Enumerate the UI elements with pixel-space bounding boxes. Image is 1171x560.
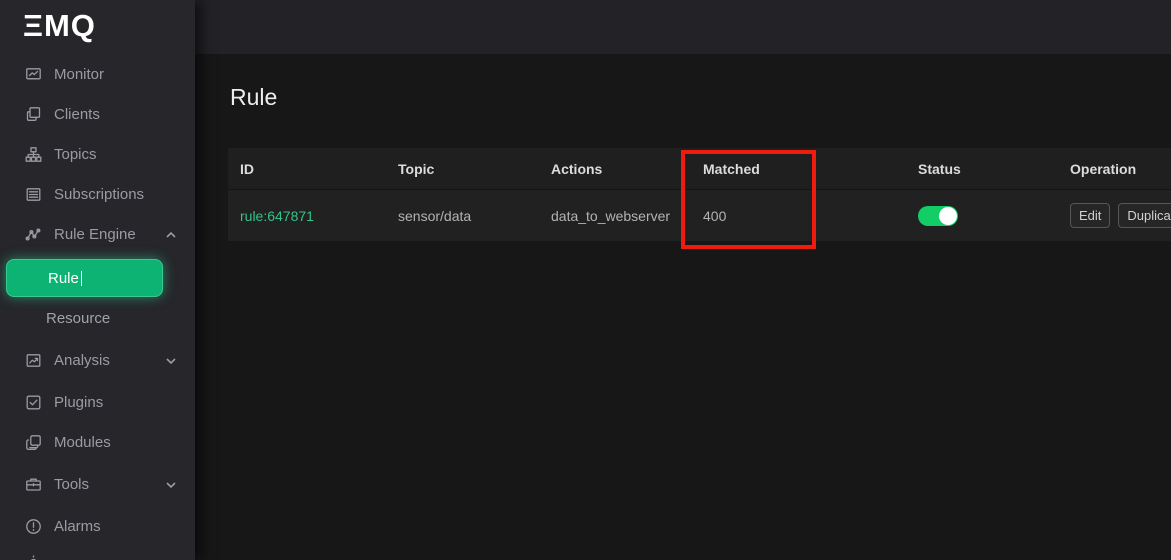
sidebar-item-label: Tools: [54, 476, 89, 493]
col-header-status: Status: [906, 161, 1058, 177]
col-header-matched: Matched: [691, 161, 906, 177]
rule-id-link[interactable]: rule:647871: [228, 208, 386, 224]
sidebar-item-clients[interactable]: Clients: [0, 94, 195, 134]
sidebar-item-analysis[interactable]: Analysis: [0, 340, 195, 380]
monitor-icon: [25, 66, 42, 83]
sidebar-item-topics[interactable]: Topics: [0, 134, 195, 174]
toggle-knob: [939, 207, 957, 225]
sidebar-item-plugins[interactable]: Plugins: [0, 382, 195, 422]
sidebar-item-monitor[interactable]: Monitor: [0, 54, 195, 94]
clipped-sidebar-icon: [25, 554, 42, 560]
sidebar-item-label: Monitor: [54, 66, 104, 83]
table-header-row: ID Topic Actions Matched Status Operatio…: [228, 148, 1171, 190]
col-header-actions: Actions: [539, 161, 691, 177]
col-header-operation: Operation: [1058, 161, 1171, 177]
subscriptions-icon: [25, 186, 42, 203]
page-title: Rule: [230, 84, 277, 111]
chevron-up-icon: [165, 228, 177, 240]
emqx-dashboard: ? GitHub ΞMQ Monitor Clients Topics: [0, 0, 1171, 560]
sidebar-subitem-label: Resource: [46, 310, 110, 327]
sidebar-item-alarms[interactable]: Alarms: [0, 506, 195, 546]
topics-icon: [25, 146, 42, 163]
duplicate-button[interactable]: Duplicate: [1118, 203, 1171, 228]
rule-matched-count: 400: [691, 208, 906, 224]
rule-topic: sensor/data: [386, 208, 539, 224]
sidebar-item-subscriptions[interactable]: Subscriptions: [0, 174, 195, 214]
clients-icon: [25, 106, 42, 123]
table-row: rule:647871 sensor/data data_to_webserve…: [228, 190, 1171, 241]
sidebar-item-label: Alarms: [54, 518, 101, 535]
sidebar-item-label: Plugins: [54, 394, 103, 411]
sidebar-item-rule-engine[interactable]: Rule Engine: [0, 214, 195, 254]
sidebar-subitem-label: Rule: [48, 270, 79, 287]
rule-engine-icon: [25, 226, 42, 243]
sidebar-item-label: Clients: [54, 106, 100, 123]
chevron-down-icon: [165, 354, 177, 366]
rule-actions: data_to_webserver: [539, 208, 691, 224]
chevron-down-icon: [165, 478, 177, 490]
sidebar-item-label: Subscriptions: [54, 186, 144, 203]
app-logo: ΞMQ: [23, 8, 96, 44]
sidebar-item-label: Modules: [54, 434, 111, 451]
sidebar-item-modules[interactable]: Modules: [0, 422, 195, 462]
status-toggle[interactable]: [918, 206, 958, 226]
sidebar-subitem-rule[interactable]: Rule: [6, 259, 163, 297]
rule-table: ID Topic Actions Matched Status Operatio…: [228, 148, 1171, 241]
sidebar-item-label: Rule Engine: [54, 226, 136, 243]
sidebar-item-tools[interactable]: Tools: [0, 464, 195, 504]
topbar: ? GitHub: [195, 0, 1171, 54]
sidebar-item-label: Topics: [54, 146, 97, 163]
edit-button[interactable]: Edit: [1070, 203, 1110, 228]
alarms-icon: [25, 518, 42, 535]
tools-icon: [25, 476, 42, 493]
sidebar: ΞMQ Monitor Clients Topics Subscriptions: [0, 0, 195, 560]
col-header-id: ID: [228, 161, 386, 177]
analysis-icon: [25, 352, 42, 369]
plugins-icon: [25, 394, 42, 411]
modules-icon: [25, 434, 42, 451]
text-caret: [81, 271, 83, 286]
sidebar-subitem-resource[interactable]: Resource: [0, 298, 195, 338]
col-header-topic: Topic: [386, 161, 539, 177]
sidebar-item-label: Analysis: [54, 352, 110, 369]
